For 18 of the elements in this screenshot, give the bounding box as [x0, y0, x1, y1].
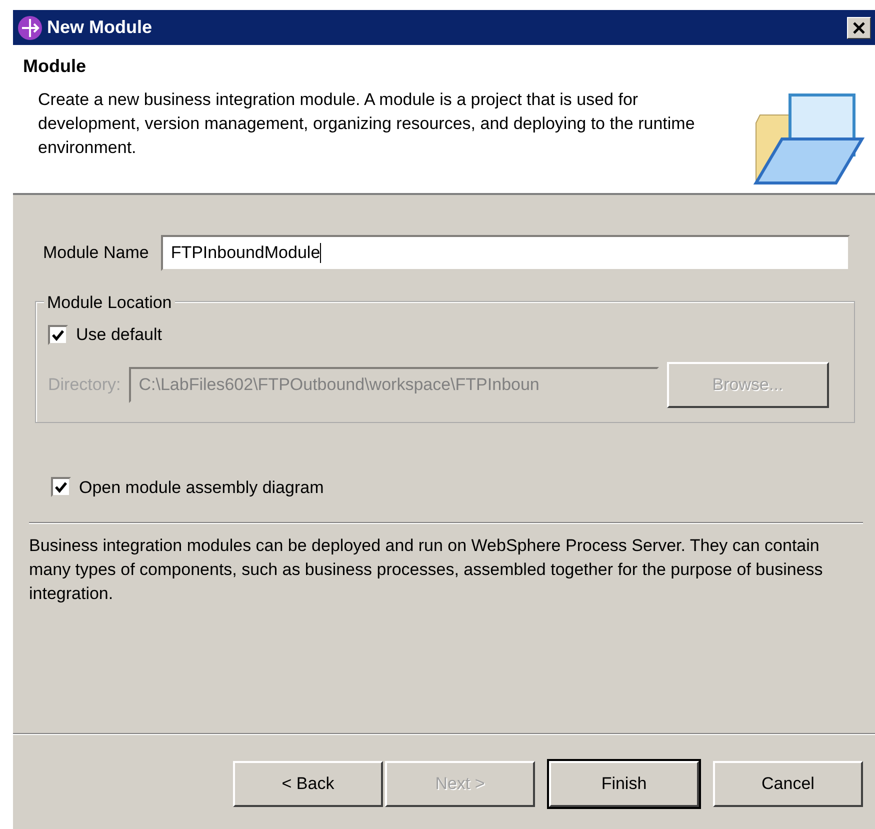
module-name-field[interactable]: FTPInboundModule: [160, 235, 850, 271]
finish-button[interactable]: Finish: [549, 761, 699, 807]
cancel-button[interactable]: Cancel: [713, 761, 863, 807]
check-icon: [51, 328, 65, 342]
page-description: Create a new business integration module. A module is a project that is used for development, version management, organizing resources, and deploying to the runtime environment.: [37, 89, 696, 159]
close-icon: [852, 20, 866, 34]
field-label: Module Name: [43, 242, 149, 264]
checkbox-label[interactable]: Use default: [76, 322, 162, 348]
window-title: New Module: [47, 16, 152, 39]
checkbox[interactable]: [51, 477, 71, 498]
info-text: Business integration modules can be deployed and run on WebSphere Process Server. They can contain many types of components, such as business processes, assembled together for the purpose of business integration.: [28, 535, 824, 605]
check-icon: [54, 480, 68, 494]
checkbox[interactable]: [48, 324, 68, 345]
app-icon: [17, 14, 43, 40]
checkbox-label[interactable]: Open module assembly diagram: [79, 474, 324, 500]
page-title: Module: [23, 55, 87, 78]
back-button[interactable]: < Back: [233, 761, 383, 807]
close-button[interactable]: [847, 16, 871, 38]
